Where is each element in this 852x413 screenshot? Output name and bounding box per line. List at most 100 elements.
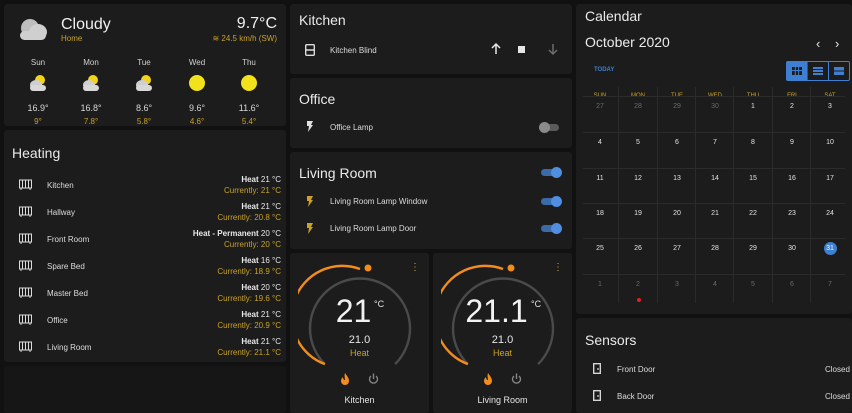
calendar-day[interactable]: 1 [581, 281, 619, 288]
calendar-day[interactable]: 16 [773, 175, 811, 182]
blind-close-button[interactable] [546, 42, 560, 56]
room-heat-state: Heat 21 °C [241, 175, 281, 184]
office-title: Office [299, 91, 336, 107]
room-mode: Heat - Permanent [192, 229, 259, 238]
calendar-day[interactable]: 4 [581, 139, 619, 146]
calendar-day[interactable]: 23 [773, 210, 811, 217]
living-room-thermostat-name: Living Room [477, 395, 528, 405]
forecast-day-label: Tue [137, 58, 151, 67]
calendar-day[interactable]: 4 [696, 281, 734, 288]
calendar-day[interactable]: 2 [619, 281, 657, 288]
kitchen-thermostat-card[interactable]: ⋮ 21 °C 21.0 Heat Kitchen [290, 253, 429, 413]
back-door-icon [593, 390, 601, 401]
calendar-day[interactable]: 22 [734, 210, 772, 217]
front-door-label: Front Door [617, 365, 656, 374]
living-room-group-toggle[interactable] [541, 167, 563, 178]
calendar-day[interactable]: 14 [696, 175, 734, 182]
calendar-day[interactable]: 6 [773, 281, 811, 288]
heating-room-row[interactable]: Front Room Heat - Permanent 20 °C Currentl… [4, 226, 286, 253]
calendar-day[interactable]: 3 [658, 281, 696, 288]
calendar-day[interactable]: 6 [658, 139, 696, 146]
next-month-button[interactable]: › [835, 36, 839, 51]
living-room-lamp-window-label: Living Room Lamp Window [330, 197, 428, 206]
calendar-day[interactable]: 28 [619, 103, 657, 110]
calendar-day[interactable]: 25 [581, 245, 619, 252]
calendar-day[interactable]: 29 [734, 245, 772, 252]
calendar-day[interactable]: 2 [773, 103, 811, 110]
calendar-day[interactable]: 3 [811, 103, 849, 110]
month-view-button[interactable] [787, 62, 808, 80]
heating-room-row[interactable]: Spare Bed Heat 16 °C Currently: 18.9 °C [4, 253, 286, 280]
dial-handle[interactable] [507, 264, 515, 272]
power-off-button[interactable] [511, 373, 522, 385]
calendar-day[interactable]: 12 [619, 175, 657, 182]
office-card: Office Office Lamp [290, 78, 572, 148]
room-mode: Heat [241, 310, 259, 319]
heat-mode-button[interactable] [483, 373, 493, 385]
calendar-month: October 2020 [585, 34, 670, 50]
calendar-day-today[interactable]: 31 [811, 242, 849, 255]
calendar-day[interactable]: 8 [734, 139, 772, 146]
calendar-day[interactable]: 24 [811, 210, 849, 217]
heating-room-row[interactable]: Kitchen Heat 21 °C Currently: 21 °C [4, 172, 286, 199]
prev-month-button[interactable]: ‹ [816, 36, 820, 51]
calendar-day[interactable]: 5 [619, 139, 657, 146]
room-heat-state: Heat - Permanent 20 °C [193, 229, 281, 238]
calendar-day[interactable]: 30 [773, 245, 811, 252]
living-room-title: Living Room [299, 165, 377, 181]
calendar-day[interactable]: 28 [696, 245, 734, 252]
kitchen-blind-label: Kitchen Blind [330, 46, 377, 55]
calendar-day[interactable]: 21 [696, 210, 734, 217]
heating-room-row[interactable]: Office Heat 21 °C Currently: 20.9 °C [4, 307, 286, 334]
list-view-button[interactable] [829, 62, 849, 80]
week-view-button[interactable] [808, 62, 829, 80]
weather-card[interactable]: Cloudy Home 9.7°C ≋ 24.5 km/h (SW) Sun 16… [4, 4, 286, 126]
lamp-door-toggle[interactable] [541, 223, 563, 234]
weather-location: Home [61, 34, 83, 43]
calendar-day[interactable]: 10 [811, 139, 849, 146]
calendar-day[interactable]: 27 [658, 245, 696, 252]
heating-room-row[interactable]: Hallway Heat 21 °C Currently: 20.8 °C [4, 199, 286, 226]
calendar-day[interactable]: 5 [734, 281, 772, 288]
heating-room-row[interactable]: Master Bed Heat 20 °C Currently: 19.6 °C [4, 280, 286, 307]
lamp-window-toggle[interactable] [541, 196, 563, 207]
view-switcher [786, 61, 850, 81]
forecast-high: 16.8° [80, 103, 102, 113]
forecast-high: 8.6° [135, 103, 153, 113]
room-target: 20 °C [260, 283, 281, 292]
dial-handle[interactable] [364, 264, 372, 272]
calendar-day[interactable]: 7 [811, 281, 849, 288]
calendar-day[interactable]: 11 [581, 175, 619, 182]
kitchen-current-temp: 21 [335, 293, 372, 329]
heat-mode-button[interactable] [340, 373, 350, 385]
blind-stop-button[interactable] [518, 46, 526, 54]
calendar-day[interactable]: 20 [658, 210, 696, 217]
toggle-knob [539, 122, 550, 133]
radiator-icon [19, 233, 32, 244]
today-button[interactable]: TODAY [594, 67, 614, 73]
living-room-thermostat-card[interactable]: ⋮ 21.1 °C 21.0 Heat Living Room [433, 253, 572, 413]
calendar-day[interactable]: 15 [734, 175, 772, 182]
calendar-day[interactable]: 13 [658, 175, 696, 182]
calendar-day[interactable]: 29 [658, 103, 696, 110]
calendar-day[interactable]: 18 [581, 210, 619, 217]
calendar-day[interactable]: 9 [773, 139, 811, 146]
toggle-knob [551, 167, 562, 178]
room-target: 20 °C [260, 229, 281, 238]
calendar-day[interactable]: 26 [619, 245, 657, 252]
blind-open-button[interactable] [489, 42, 503, 56]
calendar-day[interactable]: 27 [581, 103, 619, 110]
room-target: 21 °C [260, 337, 281, 346]
forecast-day: Tue 8.6° 5.8° [121, 58, 167, 126]
power-off-button[interactable] [368, 373, 379, 385]
calendar-day[interactable]: 7 [696, 139, 734, 146]
calendar-day[interactable]: 19 [619, 210, 657, 217]
office-lamp-toggle[interactable] [539, 122, 561, 133]
radiator-icon [19, 206, 32, 217]
forecast-low: 7.8° [83, 117, 99, 126]
calendar-day[interactable]: 30 [696, 103, 734, 110]
heating-room-row[interactable]: Living Room Heat 21 °C Currently: 21.1 °C [4, 334, 286, 361]
calendar-day[interactable]: 1 [734, 103, 772, 110]
calendar-day[interactable]: 17 [811, 175, 849, 182]
office-lamp-label: Office Lamp [330, 123, 373, 132]
